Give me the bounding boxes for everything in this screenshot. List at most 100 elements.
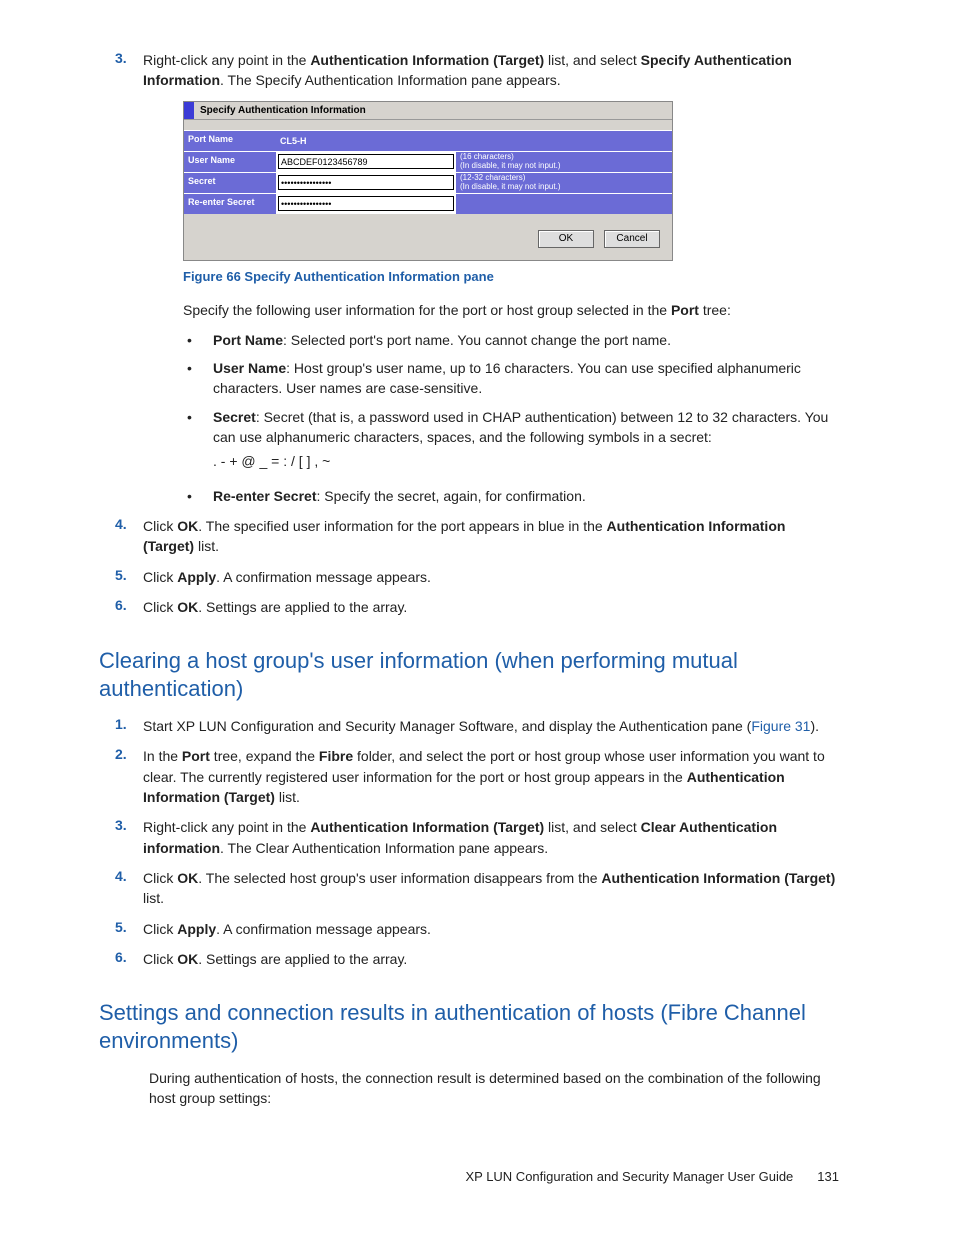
text-bold: User Name [213, 360, 286, 376]
text: Right-click any point in the [143, 52, 310, 68]
text: Click [143, 569, 177, 585]
bullet-secret: Secret: Secret (that is, a password used… [213, 407, 839, 478]
text: list. [143, 890, 164, 906]
step-number: 2. [115, 746, 143, 762]
text-bold: Apply [177, 921, 216, 937]
text: Click [143, 518, 177, 534]
pane-title: Specify Authentication Information [194, 102, 672, 119]
step-text: Click OK. Settings are applied to the ar… [143, 949, 839, 969]
bullet-icon: • [183, 358, 213, 378]
label-reenter-secret: Re-enter Secret [184, 194, 276, 214]
step-text: Click OK. Settings are applied to the ar… [143, 597, 839, 617]
text-bold: Port Name [213, 332, 283, 348]
heading-clearing: Clearing a host group's user information… [99, 647, 855, 702]
text-bold: OK [177, 599, 198, 615]
figure-caption: Figure 66 Specify Authentication Informa… [183, 269, 839, 284]
field-reenter-secret [276, 194, 456, 214]
ok-button[interactable]: OK [538, 230, 594, 248]
step-number: 3. [115, 817, 143, 833]
text-bold: Apply [177, 569, 216, 585]
bullet-portname: Port Name: Selected port's port name. Yo… [213, 330, 839, 350]
text: : Secret (that is, a password used in CH… [213, 409, 828, 445]
auth-info-pane: Specify Authentication Information Port … [183, 101, 673, 261]
figure-link[interactable]: Figure 31 [751, 718, 810, 734]
text: Click [143, 951, 177, 967]
text: . The Clear Authentication Information p… [220, 840, 548, 856]
text: . A confirmation message appears. [216, 921, 431, 937]
text-bold: OK [177, 951, 198, 967]
text-bold: Fibre [319, 748, 353, 764]
text-bold: OK [177, 518, 198, 534]
secret-symbols: . - + @ _ = : / [ ] , ~ [213, 451, 839, 471]
bullet-icon: • [183, 407, 213, 427]
step-number: 6. [115, 949, 143, 965]
settings-intro: During authentication of hosts, the conn… [149, 1068, 839, 1109]
step-text: Start XP LUN Configuration and Security … [143, 716, 839, 736]
text-bold: Authentication Information (Target) [310, 52, 544, 68]
hint-reenter [456, 194, 672, 214]
text: list. [194, 538, 219, 554]
label-port-name: Port Name [184, 131, 276, 151]
text: Right-click any point in the [143, 819, 310, 835]
text: ). [810, 718, 819, 734]
text: . Settings are applied to the array. [198, 599, 407, 615]
label-secret: Secret [184, 173, 276, 193]
text: Click [143, 599, 177, 615]
text: list, and select [544, 819, 641, 835]
hint-line: (In disable, it may not input.) [460, 162, 668, 171]
input-user-name[interactable] [278, 154, 454, 169]
text-bold: Re-enter Secret [213, 488, 317, 504]
field-secret [276, 173, 456, 193]
text: tree, expand the [210, 748, 319, 764]
text-bold: Authentication Information (Target) [601, 870, 835, 886]
text: In the [143, 748, 182, 764]
text: : Selected port's port name. You cannot … [283, 332, 671, 348]
text: Click [143, 870, 177, 886]
text: Specify the following user information f… [183, 302, 671, 318]
step-text: In the Port tree, expand the Fibre folde… [143, 746, 839, 807]
footer-title: XP LUN Configuration and Security Manage… [465, 1169, 793, 1184]
text: list, and select [544, 52, 641, 68]
step-number: 4. [115, 868, 143, 884]
text: Start XP LUN Configuration and Security … [143, 718, 751, 734]
field-user-name [276, 152, 456, 172]
step-text: Click Apply. A confirmation message appe… [143, 567, 839, 587]
text-bold: OK [177, 870, 198, 886]
text: : Specify the secret, again, for confirm… [317, 488, 586, 504]
bullet-username: User Name: Host group's user name, up to… [213, 358, 839, 399]
hint-line: (In disable, it may not input.) [460, 183, 668, 192]
text-bold: Authentication Information (Target) [310, 819, 544, 835]
text-bold: Secret [213, 409, 256, 425]
step-number: 6. [115, 597, 143, 613]
spec-intro: Specify the following user information f… [183, 300, 839, 320]
text: . A confirmation message appears. [216, 569, 431, 585]
text-bold: Port [182, 748, 210, 764]
step-number: 4. [115, 516, 143, 532]
heading-settings: Settings and connection results in authe… [99, 999, 839, 1054]
text: . The Specify Authentication Information… [220, 72, 561, 88]
bullet-icon: • [183, 486, 213, 506]
value-port-name: CL5-H [276, 131, 672, 151]
step-text: Click OK. The specified user information… [143, 516, 839, 557]
input-reenter-secret[interactable] [278, 196, 454, 211]
step-number: 3. [115, 50, 143, 66]
step-number: 5. [115, 567, 143, 583]
hint-secret: (12-32 characters) (In disable, it may n… [456, 173, 672, 193]
step-text: Right-click any point in the Authenticat… [143, 50, 839, 91]
text-bold: Port [671, 302, 699, 318]
step-number: 5. [115, 919, 143, 935]
text: Click [143, 921, 177, 937]
bullet-reenter: Re-enter Secret: Specify the secret, aga… [213, 486, 839, 506]
pane-accent [184, 102, 194, 119]
input-secret[interactable] [278, 175, 454, 190]
text: . The specified user information for the… [198, 518, 606, 534]
label-user-name: User Name [184, 152, 276, 172]
bullet-icon: • [183, 330, 213, 350]
cancel-button[interactable]: Cancel [604, 230, 660, 248]
text: : Host group's user name, up to 16 chara… [213, 360, 801, 396]
hint-user-name: (16 characters) (In disable, it may not … [456, 152, 672, 172]
text: . The selected host group's user informa… [198, 870, 601, 886]
step-text: Right-click any point in the Authenticat… [143, 817, 839, 858]
text: list. [275, 789, 300, 805]
step-text: Click Apply. A confirmation message appe… [143, 919, 839, 939]
